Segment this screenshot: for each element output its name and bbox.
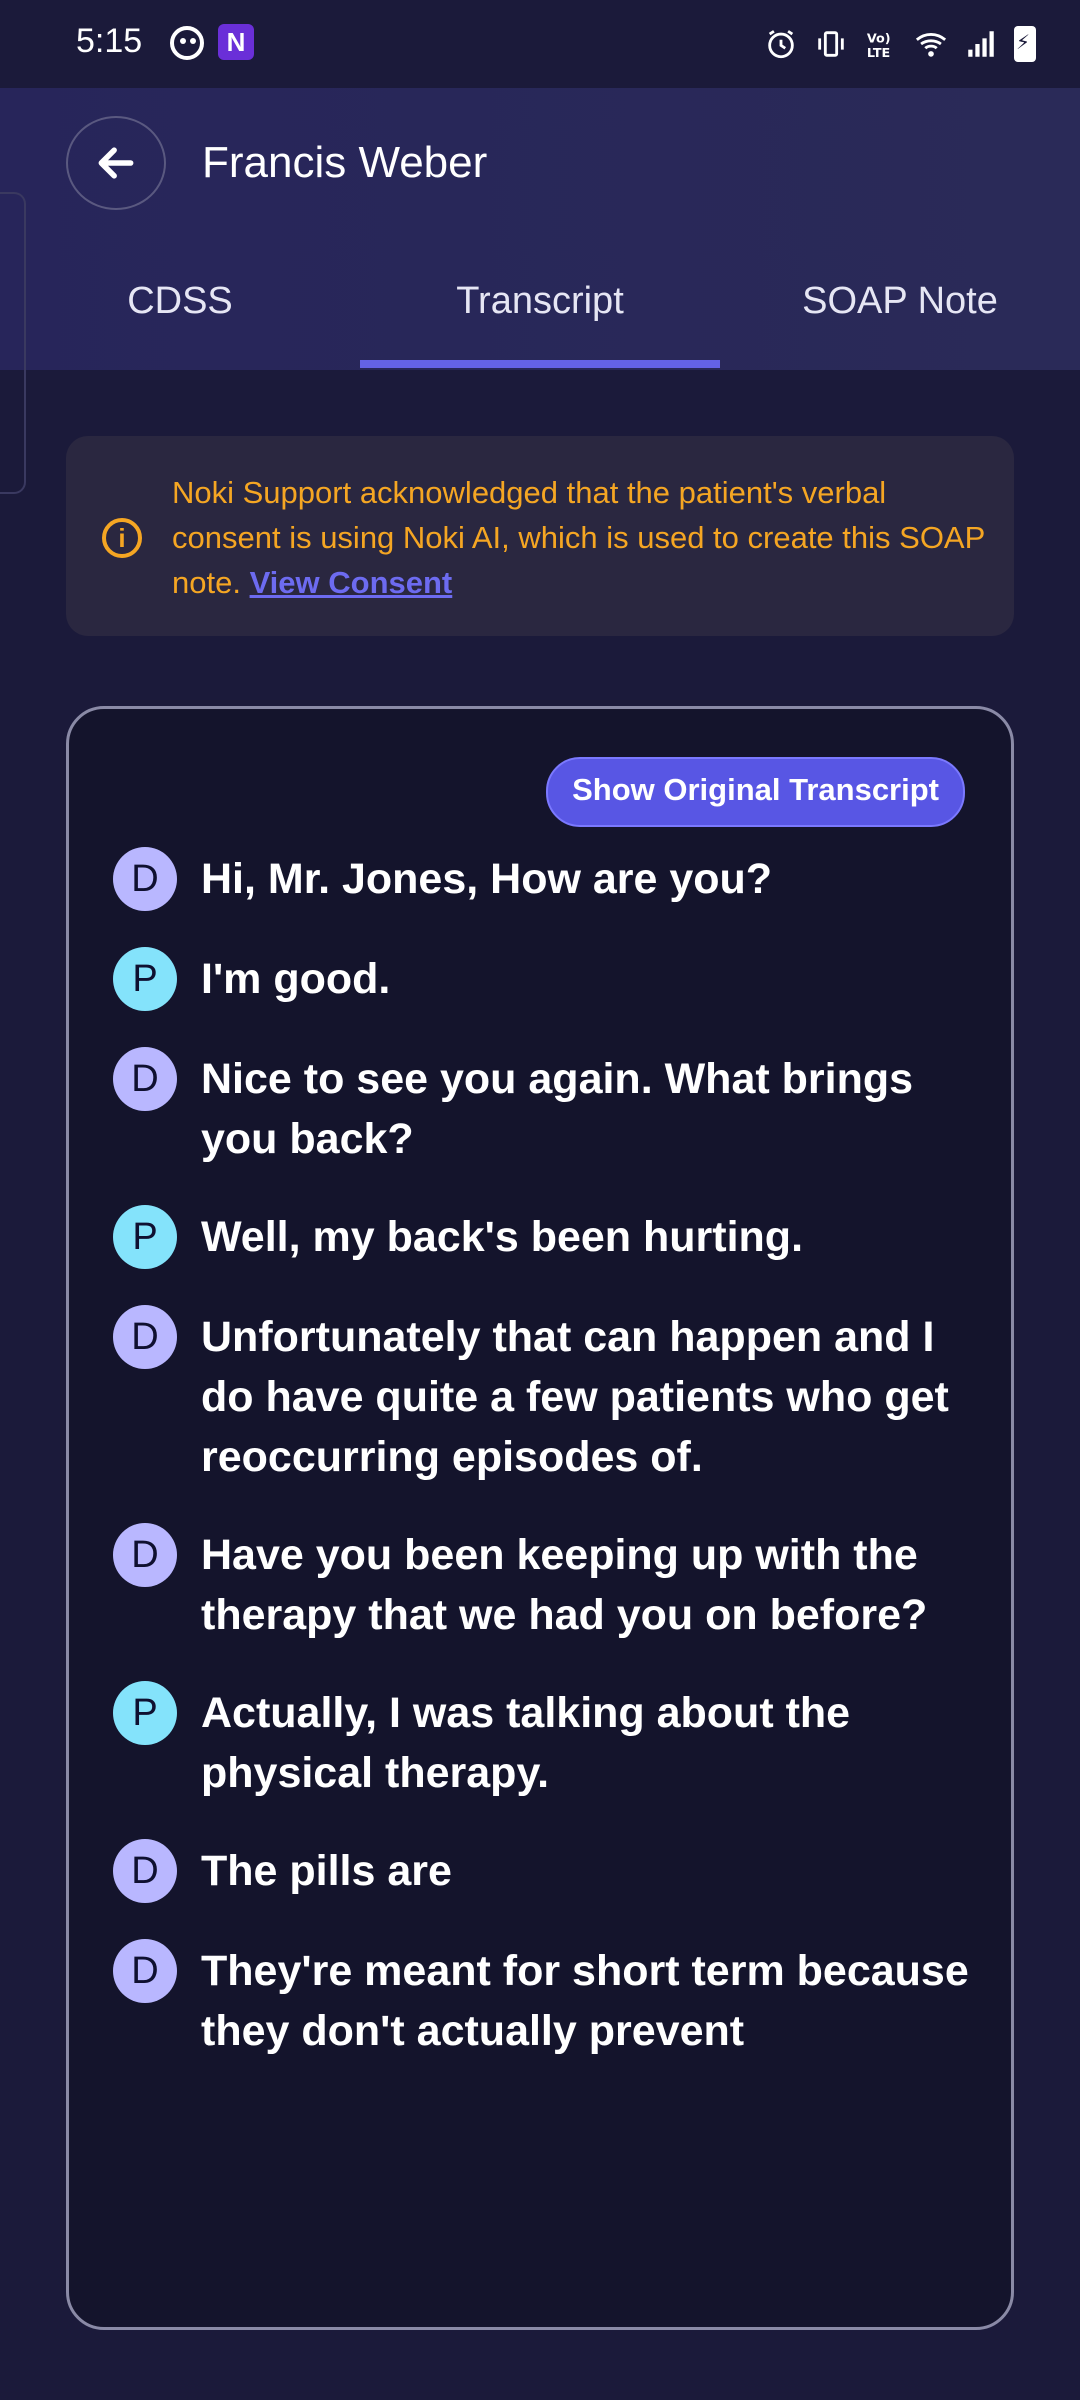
app-notification-icon xyxy=(170,26,204,60)
view-consent-link[interactable]: View Consent xyxy=(250,565,453,600)
transcript-lines: D Hi, Mr. Jones, How are you? P I'm good… xyxy=(113,847,973,2099)
noki-app-icon: N xyxy=(218,24,254,60)
vibrate-icon xyxy=(818,31,844,57)
line-text: Well, my back's been hurting. xyxy=(201,1213,804,1261)
speaker-avatar: P xyxy=(113,947,177,1011)
line-text: Nice to see you again. What brings you b… xyxy=(201,1055,914,1163)
app-header: Francis Weber CDSS Transcript SOAP Note xyxy=(0,88,1080,370)
tab-bar: CDSS Transcript SOAP Note xyxy=(0,278,1080,368)
back-button[interactable] xyxy=(66,116,166,210)
page-title: Francis Weber xyxy=(202,138,488,187)
line-text: They're meant for short term because the… xyxy=(201,1947,969,2055)
side-drawer-handle[interactable] xyxy=(0,192,26,494)
transcript-line: D The pills are xyxy=(113,1839,973,1903)
speaker-avatar: P xyxy=(113,1205,177,1269)
svg-text:Vo): Vo) xyxy=(867,32,891,47)
speaker-avatar: D xyxy=(113,1839,177,1903)
wifi-icon xyxy=(915,33,947,57)
transcript-line: P Actually, I was talking about the phys… xyxy=(113,1681,973,1803)
consent-notice: i Noki Support acknowledged that the pat… xyxy=(66,436,1014,636)
line-text: The pills are xyxy=(201,1847,452,1895)
line-text: Hi, Mr. Jones, How are you? xyxy=(201,855,773,903)
alarm-icon xyxy=(768,30,794,59)
status-time: 5:15 xyxy=(76,22,143,60)
arrow-left-icon xyxy=(98,147,134,179)
transcript-line: D Hi, Mr. Jones, How are you? xyxy=(113,847,973,911)
svg-text:LTE: LTE xyxy=(867,46,890,61)
info-icon: i xyxy=(102,518,142,558)
signal-icon xyxy=(968,31,994,57)
transcript-line: P I'm good. xyxy=(113,947,973,1011)
transcript-line: P Well, my back's been hurting. xyxy=(113,1205,973,1269)
status-bar: 5:15 N Vo) LTE xyxy=(0,0,1080,88)
tab-cdss[interactable]: CDSS xyxy=(0,278,360,368)
tab-transcript[interactable]: Transcript xyxy=(360,278,720,368)
speaker-avatar: P xyxy=(113,1681,177,1745)
battery-charging-icon xyxy=(1014,26,1036,62)
transcript-line: D Unfortunately that can happen and I do… xyxy=(113,1305,973,1487)
line-text: Actually, I was talking about the physic… xyxy=(201,1689,851,1797)
tab-soap-note[interactable]: SOAP Note xyxy=(720,278,1080,368)
consent-text: Noki Support acknowledged that the patie… xyxy=(172,470,992,605)
line-text: Unfortunately that can happen and I do h… xyxy=(201,1313,949,1481)
transcript-line: D Have you been keeping up with the ther… xyxy=(113,1523,973,1645)
status-icons: Vo) LTE xyxy=(764,22,1036,66)
transcript-line: D They're meant for short term because t… xyxy=(113,1939,973,2061)
line-text: Have you been keeping up with the therap… xyxy=(201,1531,928,1639)
speaker-avatar: D xyxy=(113,1047,177,1111)
speaker-avatar: D xyxy=(113,1305,177,1369)
transcript-panel: Show Original Transcript D Hi, Mr. Jones… xyxy=(66,706,1014,2330)
volte-icon: Vo)LTE xyxy=(867,32,891,61)
speaker-avatar: D xyxy=(113,1939,177,2003)
line-text: I'm good. xyxy=(201,955,391,1003)
speaker-avatar: D xyxy=(113,847,177,911)
show-original-transcript-button[interactable]: Show Original Transcript xyxy=(546,757,965,827)
transcript-line: D Nice to see you again. What brings you… xyxy=(113,1047,973,1169)
speaker-avatar: D xyxy=(113,1523,177,1587)
